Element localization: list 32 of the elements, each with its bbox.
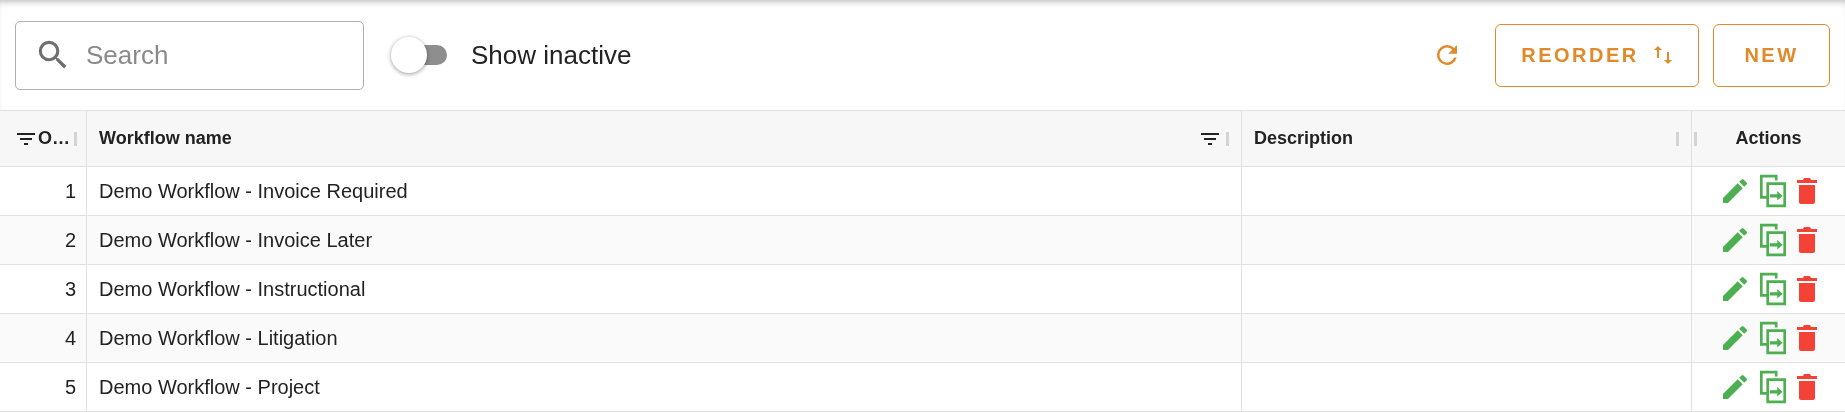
column-header[interactable]: Actions	[1735, 125, 1802, 152]
trash-icon[interactable]	[1794, 324, 1819, 352]
table-cell-text: 1	[64, 179, 76, 204]
trash-icon[interactable]	[1794, 177, 1819, 205]
table-cell-text: 4	[64, 326, 76, 351]
copy-icon[interactable]	[1758, 321, 1787, 355]
table-cell-text: Demo Workflow - Invoice Required	[99, 179, 408, 204]
search-field[interactable]: Search	[15, 20, 364, 90]
toggle-label: Show inactive	[471, 38, 632, 72]
trash-icon[interactable]	[1794, 226, 1819, 254]
resize-handle[interactable]	[1226, 131, 1229, 146]
copy-icon[interactable]	[1758, 272, 1787, 306]
table-cell-text: 5	[64, 375, 76, 400]
search-input[interactable]: Search	[86, 35, 326, 75]
resize-handle[interactable]	[74, 131, 77, 146]
column-header[interactable]: Workflow name	[99, 125, 232, 152]
trash-icon[interactable]	[1794, 275, 1819, 303]
copy-icon[interactable]	[1758, 370, 1787, 404]
column-header[interactable]: O…	[38, 125, 70, 152]
table-cell-text: 2	[64, 228, 76, 253]
trash-icon[interactable]	[1794, 373, 1819, 401]
copy-icon[interactable]	[1758, 174, 1787, 208]
table-cell-text: Demo Workflow - Instructional	[99, 277, 366, 302]
resize-handle[interactable]	[1694, 131, 1697, 146]
table-cell-text: Demo Workflow - Invoice Later	[99, 228, 373, 253]
copy-icon[interactable]	[1758, 223, 1787, 257]
table-cell-text: 3	[64, 277, 76, 302]
resize-handle[interactable]	[1676, 131, 1679, 146]
swap-vertical-icon	[1652, 43, 1673, 67]
table-cell-text: Demo Workflow - Project	[99, 375, 320, 400]
table-cell-text: Demo Workflow - Litigation	[99, 326, 338, 351]
column-header[interactable]: Description	[1254, 125, 1354, 152]
